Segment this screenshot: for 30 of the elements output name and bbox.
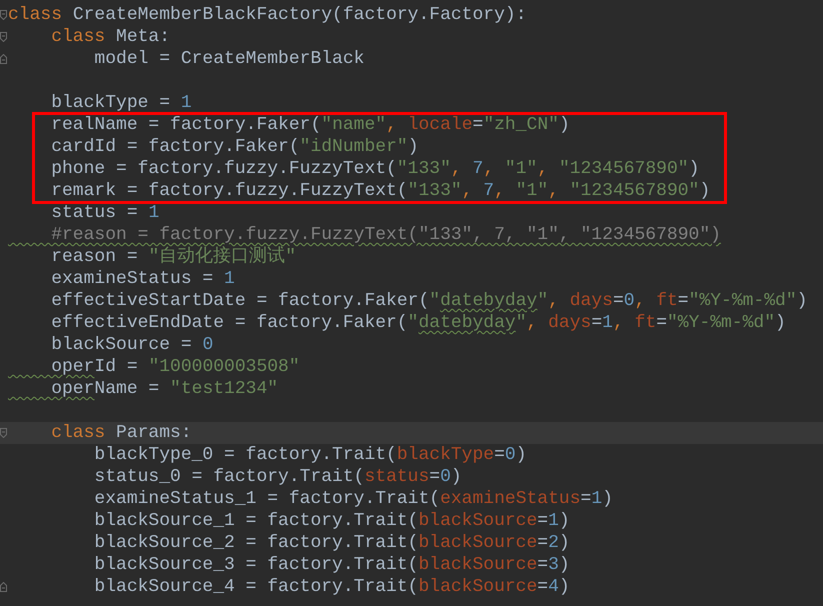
code-line: examineStatus = 1 — [50, 268, 235, 290]
code-line: #reason = factory.fuzzy.FuzzyText("133", 7, "1", "1234567890") — [50, 224, 721, 246]
code-line: operName = "test1234" — [50, 378, 278, 400]
code-line: blackSource = 0 — [50, 334, 214, 356]
code-line: blackType = 1 — [50, 92, 192, 114]
code-line: blackSource_4 = factory.Trait(blackSource=4) — [93, 576, 570, 598]
fold-end-icon[interactable] — [0, 582, 7, 592]
code-line: effectiveStartDate = factory.Faker("datebyday", days=0, ft="%Y-%m-%d") — [50, 290, 808, 312]
code-line: remark = factory.fuzzy.FuzzyText("133", 7, "1", "1234567890") — [50, 180, 710, 202]
fold-icon[interactable] — [0, 10, 7, 20]
fold-end-icon[interactable] — [0, 54, 7, 64]
code-line: model = CreateMemberBlack — [93, 48, 364, 70]
fold-icon[interactable] — [0, 32, 7, 42]
code-line: phone = factory.fuzzy.FuzzyText("133", 7, "1", "1234567890") — [50, 158, 700, 180]
code-line: class Params: — [50, 422, 192, 444]
code-line: cardId = factory.Faker("idNumber") — [50, 136, 418, 158]
code-line: blackSource_2 = factory.Trait(blackSource=2) — [93, 532, 570, 554]
code-line: blackSource_3 = factory.Trait(blackSource=3) — [93, 554, 570, 576]
code-line: blackType_0 = factory.Trait(blackType=0) — [93, 444, 527, 466]
code-line: operId = "100000003508" — [50, 356, 300, 378]
code-line: effectiveEndDate = factory.Faker("datebyday", days=1, ft="%Y-%m-%d") — [50, 312, 786, 334]
code-line: blackSource_1 = factory.Trait(blackSource=1) — [93, 510, 570, 532]
code-line: class CreateMemberBlackFactory(factory.Factory): — [8, 4, 526, 26]
code-line: class Meta: — [50, 26, 170, 48]
code-line: reason = "自动化接口测试" — [50, 246, 296, 268]
code-line: examineStatus_1 = factory.Trait(examineStatus=1) — [93, 488, 613, 510]
code-line: realName = factory.Faker("name", locale="zh_CN") — [50, 114, 570, 136]
code-line: status_0 = factory.Trait(status=0) — [93, 466, 462, 488]
code-line: status = 1 — [50, 202, 160, 224]
fold-icon[interactable] — [0, 428, 7, 438]
